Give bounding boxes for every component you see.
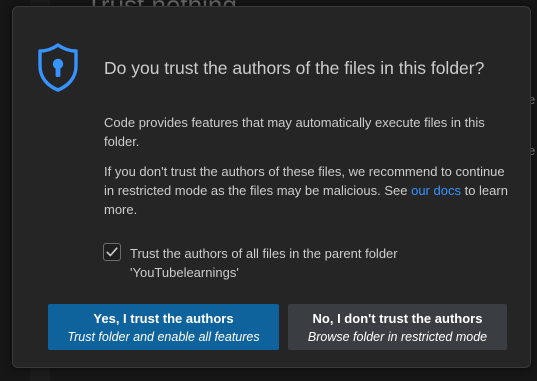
dialog-description: Code provides features that may automati… (104, 115, 485, 149)
trust-button-sublabel: Trust folder and enable all features (67, 330, 260, 344)
trust-parent-checkbox[interactable] (103, 243, 121, 261)
trust-button[interactable]: Yes, I trust the authors Trust folder an… (48, 304, 279, 350)
dont-trust-button-sublabel: Browse folder in restricted mode (307, 330, 488, 344)
dialog-title: Do you trust the authors of the files in… (104, 58, 485, 78)
trust-parent-folder-option[interactable]: Trust the authors of all files in the pa… (103, 243, 515, 283)
checkmark-icon (106, 247, 118, 257)
dialog-warning-text: If you don't trust the authors of these … (104, 162, 516, 219)
shield-lock-icon (35, 41, 81, 93)
trust-button-label: Yes, I trust the authors (93, 311, 234, 326)
trust-parent-folder-name: 'YouTubelearnings' (130, 265, 239, 280)
dont-trust-button[interactable]: No, I don't trust the authors Browse fol… (288, 304, 507, 350)
docs-link[interactable]: our docs (411, 183, 461, 198)
trust-parent-label-line1: Trust the authors of all files in the pa… (130, 246, 398, 261)
workspace-trust-dialog: Do you trust the authors of the files in… (12, 6, 531, 368)
dont-trust-button-label: No, I don't trust the authors (312, 311, 483, 326)
trust-parent-label: Trust the authors of all files in the pa… (130, 244, 515, 282)
